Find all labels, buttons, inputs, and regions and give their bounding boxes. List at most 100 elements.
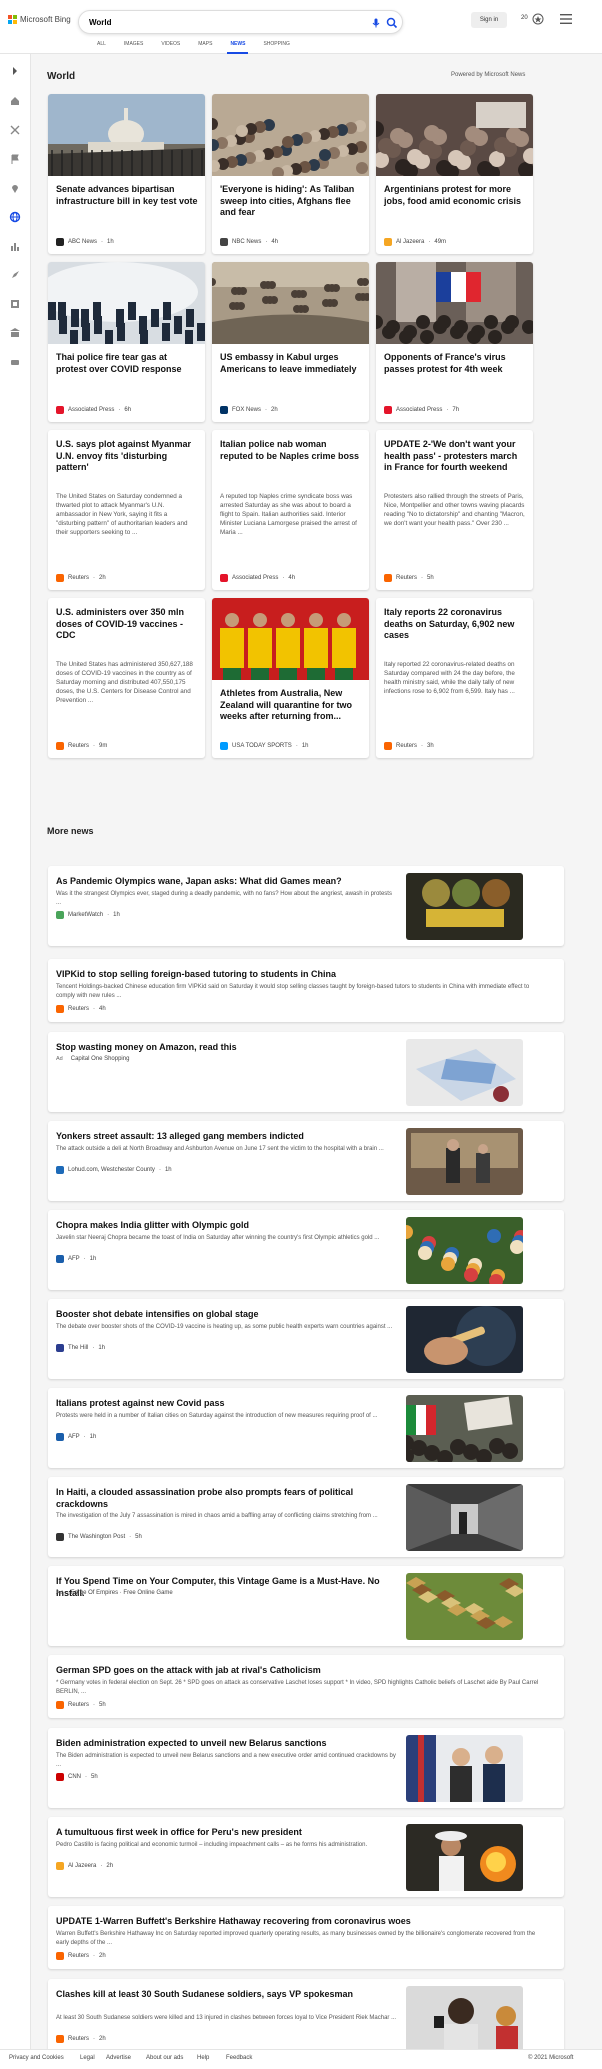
bar-chart-icon[interactable] [9,240,21,252]
source-name[interactable]: Reuters [68,1953,89,1959]
more-news-item[interactable]: UPDATE 1-Warren Buffett's Berkshire Hath… [48,1906,564,1969]
tab-videos[interactable]: VIDEOS [152,40,189,54]
more-news-item[interactable]: Chopra makes India glitter with Olympic … [48,1210,564,1290]
globe-icon[interactable] [9,211,21,223]
news-card-image[interactable] [48,94,205,176]
source-name[interactable]: Reuters [68,743,89,749]
more-news-thumbnail[interactable] [406,1484,523,1551]
more-news-title[interactable]: Clashes kill at least 30 South Sudanese … [56,1989,396,2001]
source-name[interactable]: AFP [68,1256,80,1262]
news-card[interactable]: 'Everyone is hiding': As Taliban sweep i… [212,94,369,254]
news-card-image[interactable] [212,598,369,680]
source-name[interactable]: Reuters [68,2036,89,2042]
more-news-thumbnail[interactable] [406,1986,523,2053]
more-news-item[interactable]: If You Spend Time on Your Computer, this… [48,1566,564,1646]
footer-link-about-our-ads[interactable]: About our ads [146,2055,183,2061]
news-card-title[interactable]: 'Everyone is hiding': As Taliban sweep i… [220,184,362,219]
more-news-thumbnail[interactable] [406,1735,523,1802]
search-icon[interactable] [385,16,399,30]
tab-news[interactable]: NEWS [221,40,254,54]
news-card[interactable]: UPDATE 2-'We don't want your health pass… [376,430,533,590]
source-name[interactable]: CNN [68,1774,81,1780]
source-name[interactable]: Forge Of Empires · Free Online Game [71,1590,173,1596]
source-name[interactable]: The Washington Post [68,1534,125,1540]
source-name[interactable]: Reuters [68,1702,89,1708]
news-card[interactable]: Opponents of France's virus passes prote… [376,262,533,422]
news-card-image[interactable] [376,94,533,176]
tab-shopping[interactable]: SHOPPING [254,40,298,54]
signin-button[interactable]: Sign in [471,12,507,28]
rocket-icon[interactable] [9,269,21,281]
news-card-title[interactable]: Italian police nab woman reputed to be N… [220,439,362,462]
menu-icon[interactable] [560,14,572,24]
footer-link-feedback[interactable]: Feedback [226,2055,252,2061]
more-news-title[interactable]: German SPD goes on the attack with jab a… [56,1665,546,1677]
news-card-title[interactable]: Argentinians protest for more jobs, food… [384,184,526,207]
more-news-thumbnail[interactable] [406,873,523,940]
news-card[interactable]: Italy reports 22 coronavirus deaths on S… [376,598,533,758]
news-card[interactable]: US embassy in Kabul urges Americans to l… [212,262,369,422]
rewards-trophy-icon[interactable] [531,12,545,28]
news-card[interactable]: U.S. administers over 350 mln doses of C… [48,598,205,758]
more-news-item[interactable]: VIPKid to stop selling foreign-based tut… [48,959,564,1022]
news-card-image[interactable] [212,94,369,176]
more-news-item[interactable]: Biden administration expected to unveil … [48,1728,564,1808]
crossed-arrows-icon[interactable] [9,124,21,136]
source-name[interactable]: Associated Press [396,407,442,413]
car-icon[interactable] [9,356,21,368]
more-news-item[interactable]: In Haiti, a clouded assassination probe … [48,1477,564,1557]
source-name[interactable]: Reuters [68,1006,89,1012]
powered-by[interactable]: Powered by Microsoft News [451,72,525,78]
more-news-title[interactable]: Booster shot debate intensifies on globa… [56,1309,396,1321]
more-news-title[interactable]: In Haiti, a clouded assassination probe … [56,1487,396,1510]
more-news-title[interactable]: Biden administration expected to unveil … [56,1738,396,1750]
more-news-thumbnail[interactable] [406,1217,523,1284]
news-card-title[interactable]: Senate advances bipartisan infrastructur… [56,184,198,207]
more-news-thumbnail[interactable] [406,1395,523,1462]
bank-icon[interactable] [9,327,21,339]
news-card-title[interactable]: Thai police fire tear gas at protest ove… [56,352,198,375]
tab-all[interactable]: ALL [88,40,115,54]
news-card-title[interactable]: Athletes from Australia, New Zealand wil… [220,688,362,723]
source-name[interactable]: NBC News [232,239,261,245]
source-name[interactable]: Capital One Shopping [71,1056,130,1062]
news-card-title[interactable]: U.S. says plot against Myanmar U.N. envo… [56,439,198,474]
source-name[interactable]: MarketWatch [68,912,103,918]
source-name[interactable]: Reuters [68,575,89,581]
footer-link-legal[interactable]: Legal [80,2055,95,2061]
source-name[interactable]: ABC News [68,239,97,245]
news-card[interactable]: Italian police nab woman reputed to be N… [212,430,369,590]
tab-maps[interactable]: MAPS [189,40,221,54]
news-card-title[interactable]: UPDATE 2-'We don't want your health pass… [384,439,526,474]
more-news-item[interactable]: Clashes kill at least 30 South Sudanese … [48,1979,564,2059]
more-news-title[interactable]: Chopra makes India glitter with Olympic … [56,1220,396,1232]
news-card-title[interactable]: Italy reports 22 coronavirus deaths on S… [384,607,526,642]
source-name[interactable]: USA TODAY SPORTS [232,743,292,749]
more-news-title[interactable]: As Pandemic Olympics wane, Japan asks: W… [56,876,396,888]
more-news-title[interactable]: Stop wasting money on Amazon, read this [56,1042,396,1054]
more-news-thumbnail[interactable] [406,1128,523,1195]
more-news-item[interactable]: Italians protest against new Covid pass P… [48,1388,564,1468]
film-icon[interactable] [9,298,21,310]
microphone-icon[interactable] [369,16,383,30]
more-news-item[interactable]: Booster shot debate intensifies on globa… [48,1299,564,1379]
more-news-thumbnail[interactable] [406,1306,523,1373]
news-card[interactable]: Argentinians protest for more jobs, food… [376,94,533,254]
tab-images[interactable]: IMAGES [115,40,152,54]
more-news-item[interactable]: Yonkers street assault: 13 alleged gang … [48,1121,564,1201]
expand-icon[interactable] [9,65,21,77]
news-card-title[interactable]: US embassy in Kabul urges Americans to l… [220,352,362,375]
more-news-title[interactable]: Yonkers street assault: 13 alleged gang … [56,1131,396,1143]
more-news-item[interactable]: German SPD goes on the attack with jab a… [48,1655,564,1718]
news-card[interactable]: U.S. says plot against Myanmar U.N. envo… [48,430,205,590]
location-pin-icon[interactable] [9,182,21,194]
source-name[interactable]: Associated Press [68,407,114,413]
news-card[interactable]: Senate advances bipartisan infrastructur… [48,94,205,254]
source-name[interactable]: Lohud.com, Westchester County [68,1167,155,1173]
news-card-image[interactable] [48,262,205,344]
more-news-title[interactable]: UPDATE 1-Warren Buffett's Berkshire Hath… [56,1916,546,1928]
source-name[interactable]: Associated Press [232,575,278,581]
source-name[interactable]: FOX News [232,407,261,413]
home-icon[interactable] [9,95,21,107]
more-news-title[interactable]: VIPKid to stop selling foreign-based tut… [56,969,546,981]
